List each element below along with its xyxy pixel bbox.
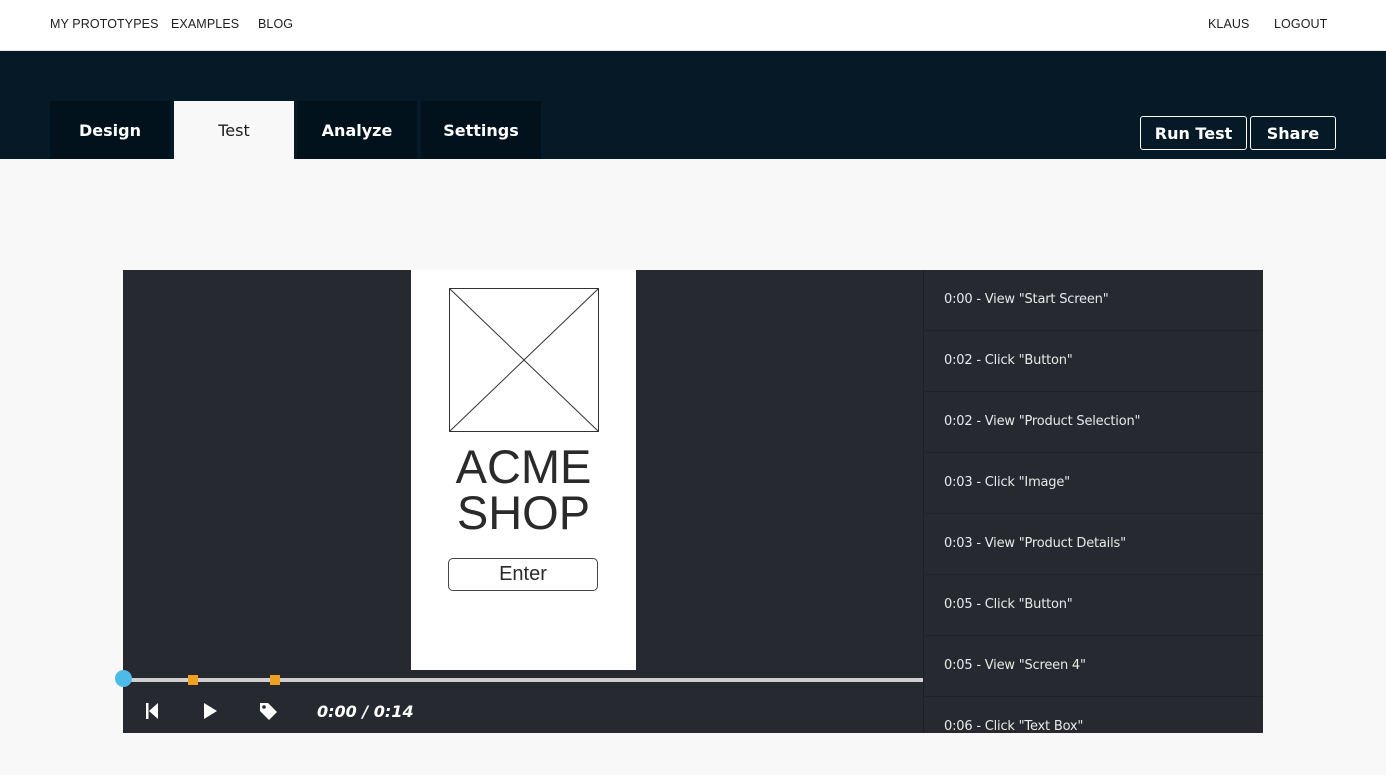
project-header: Design Test Analyze Settings Run Test Sh… (0, 51, 1386, 159)
event-item[interactable]: 0:03 - Click "Image" (924, 453, 1263, 514)
prototype-title-line2: SHOP (456, 486, 591, 539)
nav-user-link[interactable]: KLAUS (1208, 17, 1250, 31)
share-button[interactable]: Share (1250, 116, 1336, 150)
event-item[interactable]: 0:00 - View "Start Screen" (924, 270, 1263, 331)
nav-logout-link[interactable]: LOGOUT (1274, 17, 1327, 31)
tab-test[interactable]: Test (174, 101, 294, 159)
event-item[interactable]: 0:03 - View "Product Details" (924, 514, 1263, 575)
nav-examples-link[interactable]: EXAMPLES (171, 17, 239, 31)
event-item[interactable]: 0:05 - Click "Button" (924, 575, 1263, 636)
timeline-playhead[interactable] (115, 670, 132, 687)
prototype-title-line1: ACME (455, 440, 592, 493)
skip-back-icon[interactable] (139, 698, 165, 724)
timeline-event-marker[interactable] (270, 675, 280, 685)
run-test-button[interactable]: Run Test (1140, 116, 1247, 150)
tab-settings[interactable]: Settings (421, 101, 541, 159)
event-item[interactable]: 0:02 - View "Product Selection" (924, 392, 1263, 453)
event-item[interactable]: 0:05 - View "Screen 4" (924, 636, 1263, 697)
playback-time: 0:00 / 0:14 (317, 702, 414, 721)
recording-player: ACME SHOP Enter 0:00 / 0:14 (115, 270, 923, 733)
tag-icon[interactable] (255, 698, 281, 724)
nav-blog-link[interactable]: BLOG (258, 17, 293, 31)
event-log: 0:00 - View "Start Screen" 0:02 - Click … (923, 270, 1263, 733)
timeline-event-marker[interactable] (188, 675, 198, 685)
timeline-track[interactable] (123, 678, 923, 682)
image-placeholder (449, 288, 599, 432)
play-icon[interactable] (197, 698, 223, 724)
prototype-title: ACME SHOP (411, 440, 636, 539)
prototype-screen: ACME SHOP Enter (411, 270, 636, 670)
tab-design[interactable]: Design (50, 101, 170, 159)
tab-analyze[interactable]: Analyze (297, 101, 417, 159)
top-nav: MY PROTOTYPES EXAMPLES BLOG KLAUS LOGOUT (0, 0, 1386, 51)
event-item[interactable]: 0:02 - Click "Button" (924, 331, 1263, 392)
nav-my-prototypes-link[interactable]: MY PROTOTYPES (50, 17, 159, 31)
prototype-enter-button: Enter (448, 558, 598, 591)
event-item[interactable]: 0:06 - Click "Text Box" (924, 697, 1263, 733)
